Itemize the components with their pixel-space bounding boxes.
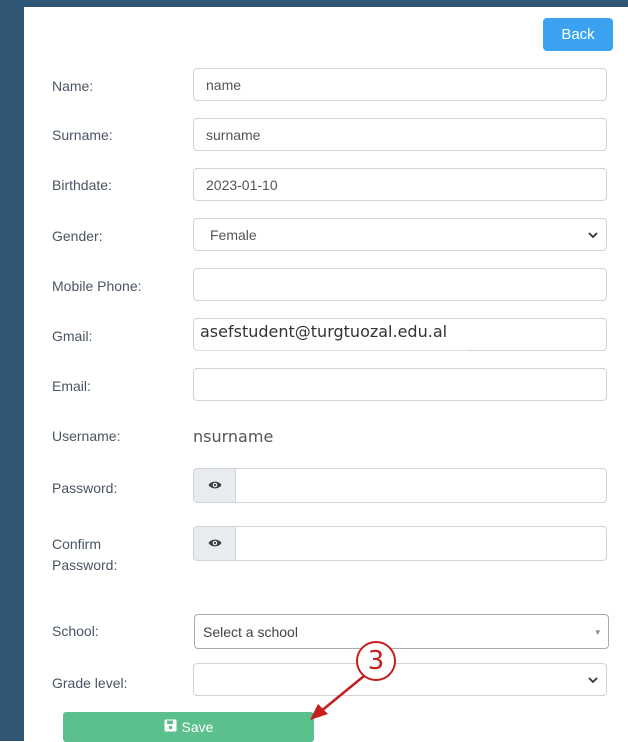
email-input[interactable] [193,368,607,401]
eye-icon [208,535,222,553]
username-label: Username: [52,428,121,444]
mobile-phone-input[interactable] [193,268,607,301]
grade-level-select[interactable] [193,663,607,696]
annotation-step-badge: 3 [356,641,396,681]
username-value: nsurname [193,427,274,446]
confirm-password-group [193,526,607,561]
password-input[interactable] [236,469,606,502]
chevron-down-icon [588,228,598,242]
confirm-password-label-line2: Password: [52,557,118,573]
birthdate-label: Birthdate: [52,177,112,193]
page-frame-top [0,0,628,7]
surname-input-value: surname [206,126,261,143]
birthdate-input-value: 2023-01-10 [206,176,278,193]
chevron-down-icon [588,673,598,687]
email-label: Email: [52,378,91,394]
gender-label: Gender: [52,228,103,244]
gender-select[interactable]: Female [193,218,607,251]
password-group [193,468,607,503]
annotation-step-number: 3 [367,646,385,676]
password-visibility-toggle[interactable] [194,469,236,502]
eye-icon [208,477,222,495]
confirm-password-label-line1: Confirm [52,536,102,552]
gmail-underline [196,350,468,351]
page-frame-left [0,0,24,741]
surname-label: Surname: [52,127,113,143]
school-select[interactable]: Select a school ▾ [194,614,609,649]
surname-input[interactable]: surname [193,118,607,151]
birthdate-input[interactable]: 2023-01-10 [193,168,607,201]
chevron-down-icon: ▾ [595,627,600,637]
name-input[interactable]: name [193,68,607,101]
name-input-value: name [206,76,242,93]
gender-select-value: Female [210,226,257,243]
save-button[interactable]: Save [63,712,314,742]
password-label: Password: [52,480,118,496]
confirm-password-input[interactable] [236,527,606,560]
gmail-value: asefstudent@turgtuozal.edu.al [200,322,448,341]
floppy-disk-icon [164,719,177,735]
grade-level-label: Grade level: [52,675,128,691]
school-label: School: [52,623,99,639]
save-label: Save [181,719,214,735]
back-button[interactable]: Back [543,18,613,51]
gmail-label: Gmail: [52,328,93,344]
name-label: Name: [52,78,94,94]
school-select-placeholder: Select a school [203,623,298,640]
confirm-password-visibility-toggle[interactable] [194,527,236,560]
mobile-phone-label: Mobile Phone: [52,278,142,294]
